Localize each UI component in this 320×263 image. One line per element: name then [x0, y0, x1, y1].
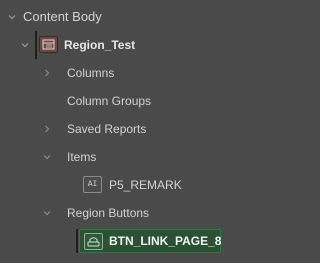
- tree-node-label: Items: [67, 150, 97, 164]
- tree-node-label: Column Groups: [67, 94, 152, 108]
- chevron-right-icon[interactable]: [43, 69, 51, 77]
- tree-node-saved-reports[interactable]: Saved Reports: [0, 115, 292, 143]
- tree-node-label: BTN_LINK_PAGE_8: [109, 234, 222, 248]
- chevron-down-icon[interactable]: [43, 209, 51, 217]
- tree-node-label: Region Buttons: [67, 206, 150, 220]
- tree-node-region-test[interactable]: Region_Test: [0, 31, 292, 59]
- tree-node-content-body[interactable]: Content Body: [0, 3, 292, 31]
- chevron-right-icon[interactable]: [43, 125, 51, 133]
- tree-node-region-buttons[interactable]: Region Buttons: [0, 199, 292, 227]
- page-tree: Content Body Region_Test Columns Column …: [0, 0, 292, 263]
- tree-node-label: Columns: [67, 66, 115, 80]
- button-icon: [84, 233, 103, 250]
- tree-node-btn-link-page-8[interactable]: BTN_LINK_PAGE_8: [79, 229, 221, 253]
- region-icon: [39, 36, 58, 53]
- tree-node-p5-remark[interactable]: AI P5_REMARK: [0, 171, 292, 199]
- tree-node-columns[interactable]: Columns: [0, 59, 292, 87]
- tree-node-items[interactable]: Items: [0, 143, 292, 171]
- tree-node-column-groups[interactable]: Column Groups: [0, 87, 292, 115]
- tree-node-label: Saved Reports: [67, 122, 147, 136]
- tree-node-label: Region_Test: [64, 38, 136, 52]
- text-item-icon: AI: [83, 176, 102, 193]
- tree-node-label: Content Body: [23, 9, 102, 24]
- chevron-down-icon[interactable]: [43, 153, 51, 161]
- tree-node-label: P5_REMARK: [109, 178, 182, 192]
- chevron-down-icon[interactable]: [21, 41, 29, 49]
- chevron-down-icon[interactable]: [8, 13, 16, 21]
- selection-indicator: [76, 229, 78, 253]
